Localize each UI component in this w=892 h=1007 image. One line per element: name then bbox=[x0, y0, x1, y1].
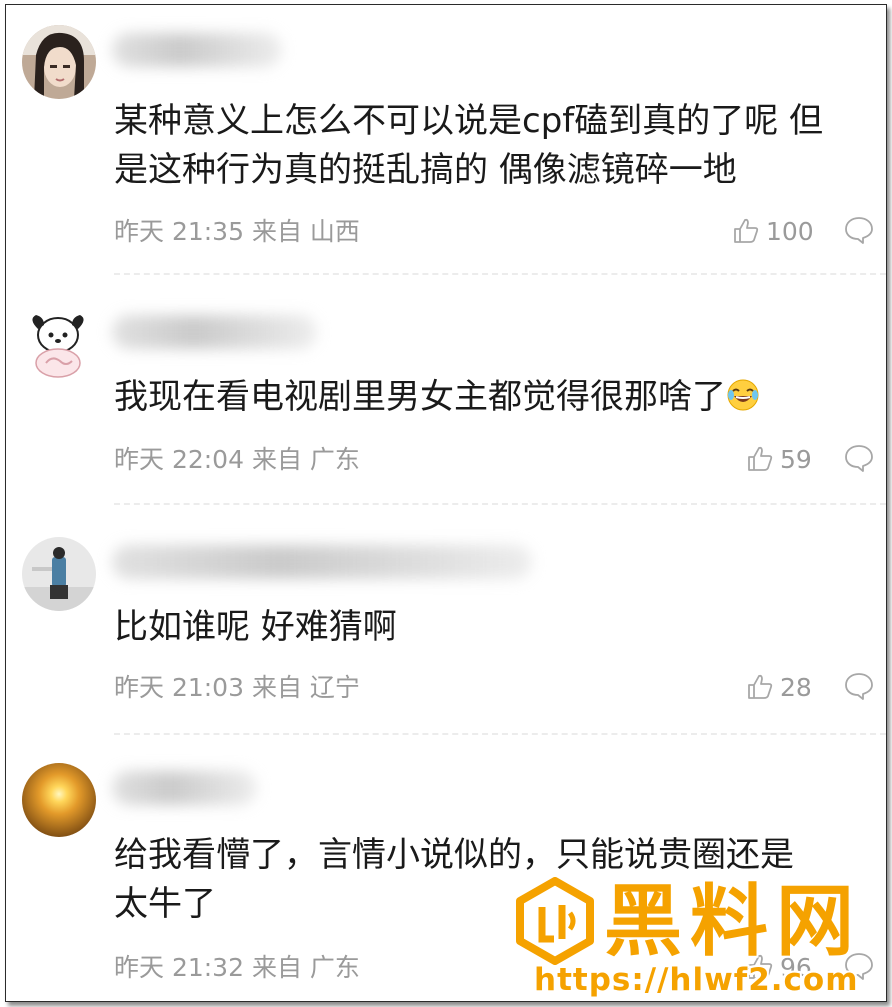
divider bbox=[114, 273, 886, 275]
divider bbox=[114, 733, 886, 735]
comment-item: 某种意义上怎么不可以说是cpf磕到真的了呢 但 是这种行为真的挺乱搞的 偶像滤镜… bbox=[6, 5, 886, 285]
watermark-url: https://hlwf2.com bbox=[534, 962, 859, 998]
divider bbox=[114, 503, 886, 505]
comment-bubble-icon[interactable] bbox=[844, 443, 874, 473]
comment-bubble-icon[interactable] bbox=[844, 671, 874, 701]
comment-meta: 昨天 21:35 来自 山西 bbox=[114, 217, 360, 246]
comment-bubble-icon[interactable] bbox=[844, 215, 874, 245]
username-blurred[interactable] bbox=[112, 33, 282, 67]
user-avatar[interactable] bbox=[22, 305, 96, 379]
like-count: 59 bbox=[780, 444, 812, 474]
comment-meta: 昨天 21:03 来自 辽宁 bbox=[114, 673, 360, 702]
user-avatar[interactable] bbox=[22, 25, 96, 99]
comment-list: 某种意义上怎么不可以说是cpf磕到真的了呢 但 是这种行为真的挺乱搞的 偶像滤镜… bbox=[5, 4, 887, 1002]
like-count: 100 bbox=[766, 216, 814, 246]
comment-item: 我现在看电视剧里男女主都觉得很那啥了 昨天 22:04 来自 广东 59 bbox=[6, 285, 886, 515]
laughing-crying-emoji bbox=[727, 379, 759, 411]
site-watermark: 黑料网 https://hlwf2.com bbox=[514, 877, 886, 1001]
user-avatar[interactable] bbox=[22, 763, 96, 837]
comment-item: 比如谁呢 好难猜啊 昨天 21:03 来自 辽宁 28 bbox=[6, 515, 886, 745]
comment-text: 某种意义上怎么不可以说是cpf磕到真的了呢 但 是这种行为真的挺乱搞的 偶像滤镜… bbox=[114, 101, 824, 190]
like-count: 28 bbox=[780, 672, 812, 702]
user-avatar[interactable] bbox=[22, 537, 96, 611]
like-button[interactable]: 59 bbox=[746, 442, 812, 476]
thumbs-up-icon bbox=[748, 446, 773, 471]
watermark-logo-icon bbox=[516, 877, 594, 965]
like-button[interactable]: 100 bbox=[732, 214, 814, 248]
username-blurred[interactable] bbox=[112, 545, 532, 579]
watermark-brand: 黑料网 bbox=[604, 877, 863, 967]
thumbs-up-icon bbox=[748, 674, 773, 699]
like-button[interactable]: 28 bbox=[746, 670, 812, 704]
thumbs-up-icon bbox=[734, 218, 759, 243]
comment-text: 我现在看电视剧里男女主都觉得很那啥了 bbox=[114, 373, 884, 422]
comment-meta: 昨天 21:32 来自 广东 bbox=[114, 953, 360, 982]
username-blurred[interactable] bbox=[112, 315, 317, 349]
username-blurred[interactable] bbox=[112, 771, 257, 805]
comment-text: 比如谁呢 好难猜啊 bbox=[114, 607, 397, 647]
comment-meta: 昨天 22:04 来自 广东 bbox=[114, 445, 360, 474]
